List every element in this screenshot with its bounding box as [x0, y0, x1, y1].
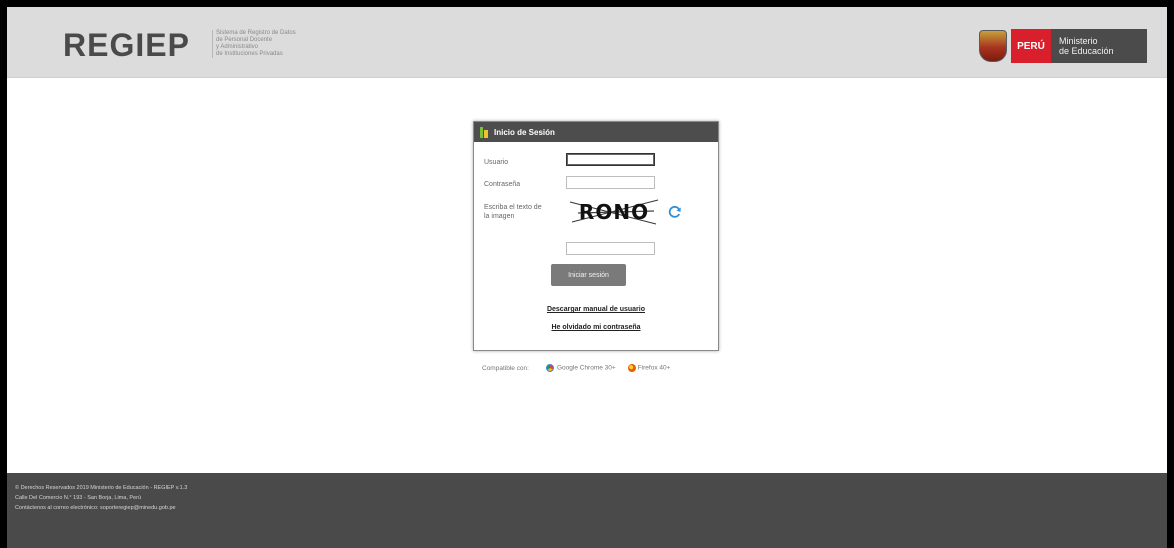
login-title: Inicio de Sesión: [494, 127, 555, 137]
password-input[interactable]: [566, 176, 655, 189]
header: REGIEP Sistema de Registro de Datos de P…: [7, 7, 1167, 78]
forgot-password-link[interactable]: He olvidado mi contraseña: [474, 324, 718, 331]
captcha-input[interactable]: [566, 242, 655, 255]
ministry-line: Ministerio: [1059, 36, 1098, 46]
chrome-item: Google Chrome 30+: [544, 363, 616, 373]
refresh-captcha-icon[interactable]: [668, 205, 682, 219]
chrome-label: Google Chrome 30+: [556, 364, 616, 372]
chrome-icon: [544, 363, 555, 373]
compat-label: Compatible con:: [482, 364, 529, 372]
download-manual-link[interactable]: Descargar manual de usuario: [474, 306, 718, 313]
brand-subtitle-line: de Personal Docente: [216, 37, 273, 43]
page-frame: REGIEP Sistema de Registro de Datos de P…: [7, 7, 1167, 548]
user-input[interactable]: [566, 153, 655, 166]
browser-compatibility: Compatible con: Google Chrome 30+ Firefo…: [482, 363, 670, 373]
login-icon: [480, 126, 488, 138]
login-panel: Inicio de Sesión Usuario Contraseña Escr…: [473, 121, 719, 351]
captcha-image: RONO: [568, 198, 660, 226]
login-button[interactable]: Iniciar sesión: [551, 264, 626, 286]
user-label: Usuario: [484, 159, 509, 166]
firefox-label: Firefox 40+: [637, 364, 671, 372]
peru-label: PERÚ: [1011, 29, 1051, 63]
captcha-label: Escriba el texto de la imagen: [484, 204, 542, 220]
ministry-label: Ministerio de Educación: [1051, 29, 1147, 63]
firefox-item: Firefox 40+: [627, 364, 671, 372]
brand-subtitle-line: y Administrativo: [216, 44, 259, 50]
coat-of-arms-icon: [979, 30, 1007, 62]
footer-contact: Contáctenos al correo electrónico: sopor…: [15, 505, 176, 511]
brand-subtitle-line: Sistema de Registro de Datos: [216, 30, 296, 36]
password-label: Contraseña: [484, 181, 521, 188]
ministry-line: de Educación: [1059, 46, 1114, 56]
firefox-icon: [627, 364, 636, 372]
captcha-text: RONO: [578, 200, 650, 224]
regiep-logo: REGIEP: [63, 27, 190, 63]
government-logo: PERÚ Ministerio de Educación: [979, 29, 1147, 63]
brand-subtitle: Sistema de Registro de Datos de Personal…: [212, 30, 336, 58]
footer-copyright: © Derechos Reservados 2019 Ministerio de…: [15, 485, 188, 491]
footer: © Derechos Reservados 2019 Ministerio de…: [7, 473, 1167, 548]
login-header: Inicio de Sesión: [474, 122, 718, 142]
footer-address: Calle Del Comercio N.° 193 - San Borja, …: [15, 495, 142, 501]
brand-subtitle-line: de Instituciones Privadas: [216, 51, 283, 57]
